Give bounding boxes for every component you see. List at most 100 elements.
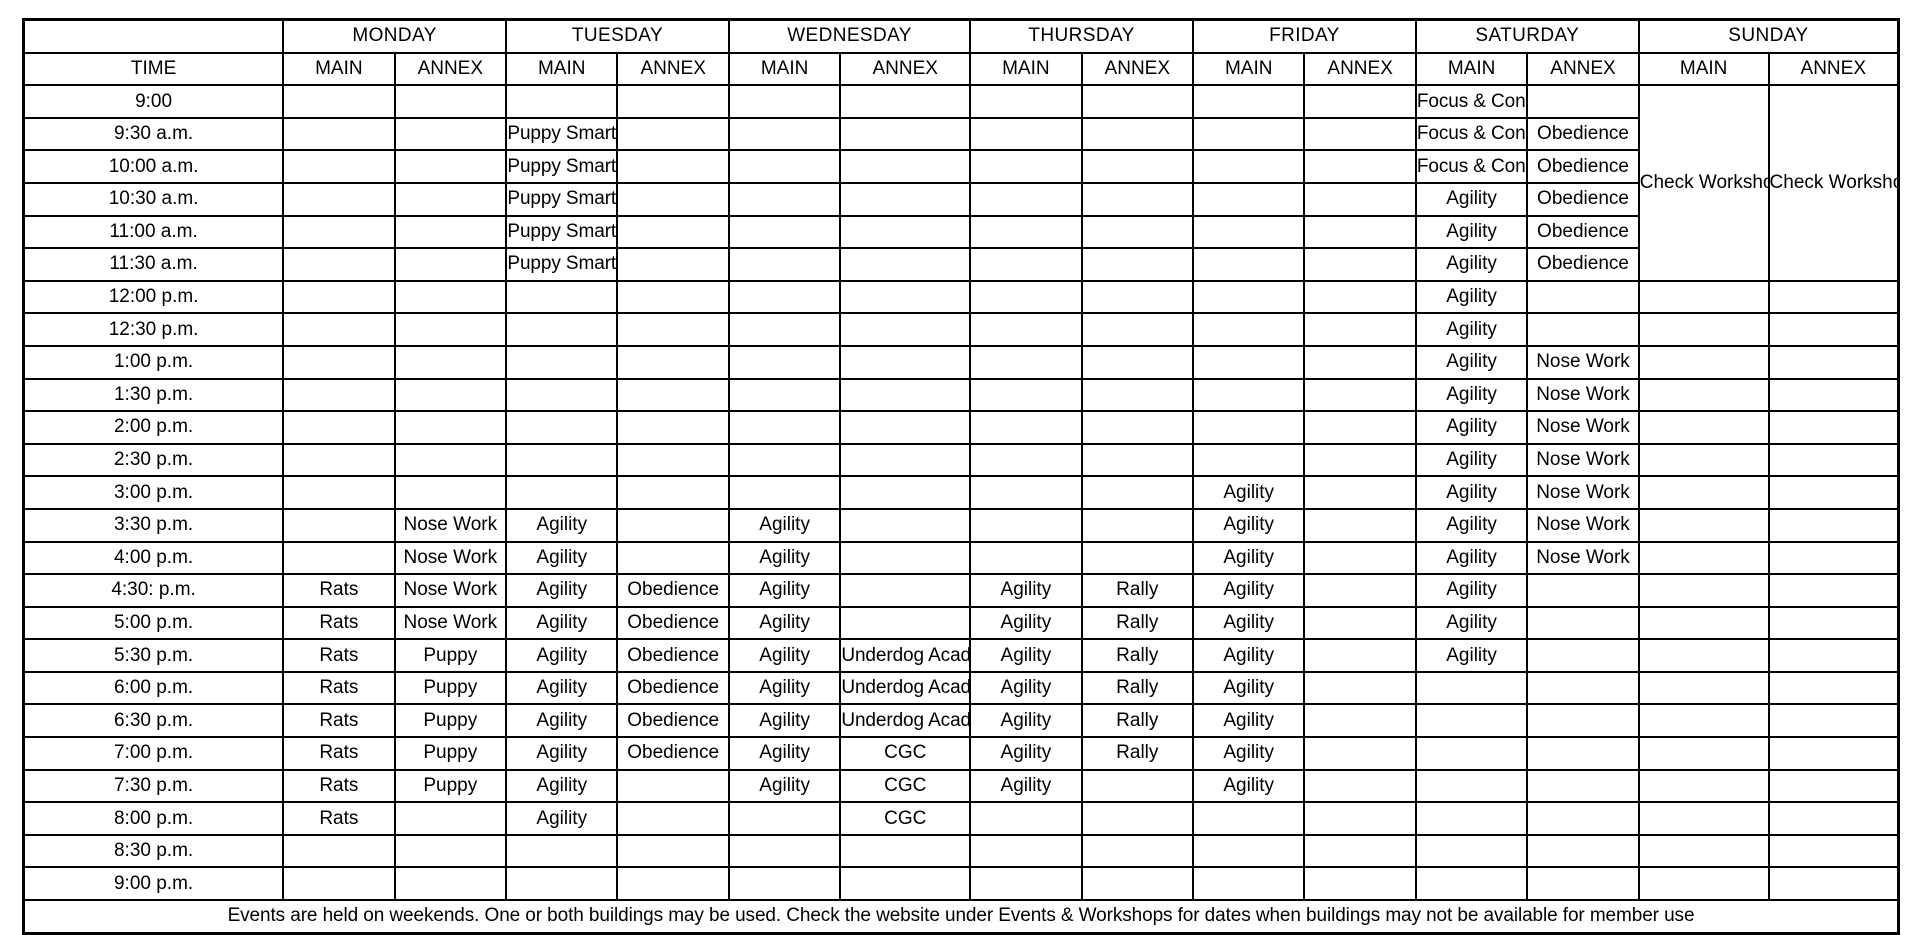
- schedule-row: 1:30 p.m. Agility Nose Work: [22, 377, 1900, 413]
- empty-cell-monday-annex: [393, 866, 508, 902]
- empty-cell-saturday-annex: [1526, 638, 1640, 673]
- class-cell-tuesday-main: Agility: [505, 768, 619, 804]
- class-cell-thursday-main: Agility: [969, 638, 1083, 673]
- empty-cell-friday-annex: [1303, 116, 1417, 152]
- time-label: 3:00 p.m.: [22, 475, 285, 510]
- empty-cell-monday-main: [282, 312, 396, 347]
- empty-cell-thursday-annex: [1080, 181, 1195, 217]
- class-cell-tuesday-annex: Obedience: [616, 638, 730, 673]
- empty-cell-monday-annex: [393, 442, 508, 478]
- empty-cell-friday-main: [1191, 247, 1306, 282]
- class-cell-tuesday-main: Puppy Smart: [505, 181, 619, 217]
- empty-cell-friday-main: [1191, 410, 1306, 445]
- building-header-row: TIME MAIN ANNEX MAIN ANNEX MAIN ANNEX MAIN ANNEX…: [22, 51, 1900, 87]
- empty-cell-wednesday-main: [727, 116, 842, 152]
- class-cell-monday-annex: Puppy: [393, 638, 508, 673]
- time-label: 9:30 a.m.: [22, 116, 285, 152]
- empty-cell-saturday-main: [1414, 866, 1529, 902]
- empty-cell-friday-annex: [1303, 638, 1417, 673]
- empty-cell-thursday-annex: [1080, 377, 1195, 413]
- class-cell-thursday-annex: Rally: [1080, 605, 1195, 641]
- class-cell-tuesday-main: Puppy Smart: [505, 149, 619, 184]
- class-cell-monday-main: Rats: [282, 703, 396, 739]
- class-cell-saturday-annex: Nose Work: [1526, 475, 1640, 510]
- empty-cell-sunday-main: [1637, 344, 1770, 380]
- empty-cell-friday-annex: [1303, 801, 1417, 836]
- empty-cell-friday-main: [1191, 344, 1306, 380]
- class-cell-saturday-main: Agility: [1414, 344, 1529, 380]
- empty-cell-wednesday-annex: [839, 344, 972, 380]
- empty-cell-thursday-annex: [1080, 149, 1195, 184]
- empty-cell-thursday-main: [969, 84, 1083, 119]
- empty-cell-tuesday-annex: [616, 833, 730, 869]
- building-header-saturday-annex: ANNEX: [1526, 51, 1640, 87]
- empty-cell-friday-annex: [1303, 410, 1417, 445]
- empty-cell-monday-main: [282, 116, 396, 152]
- empty-cell-tuesday-main: [505, 833, 619, 869]
- day-header-sunday: SUNDAY: [1637, 18, 1900, 54]
- empty-cell-thursday-annex: [1080, 84, 1195, 119]
- empty-cell-thursday-annex: [1080, 344, 1195, 380]
- empty-cell-tuesday-annex: [616, 149, 730, 184]
- empty-cell-thursday-main: [969, 475, 1083, 510]
- sunday-annex-note: Check Workshops & Events for Scheduled U…: [1767, 84, 1900, 282]
- empty-cell-tuesday-annex: [616, 312, 730, 347]
- empty-cell-wednesday-annex: [839, 833, 972, 869]
- building-header-friday-annex: ANNEX: [1303, 51, 1417, 87]
- empty-cell-thursday-main: [969, 410, 1083, 445]
- empty-cell-sunday-main: [1637, 312, 1770, 347]
- empty-cell-thursday-main: [969, 279, 1083, 315]
- schedule-row: 7:30 p.m. Rats Puppy Agility Agility CGC Agili…: [22, 768, 1900, 804]
- empty-cell-monday-main: [282, 279, 396, 315]
- empty-cell-wednesday-main: [727, 866, 842, 902]
- empty-cell-sunday-main: [1637, 475, 1770, 510]
- empty-cell-tuesday-annex: [616, 247, 730, 282]
- class-cell-wednesday-annex: Underdog Academy: [839, 638, 972, 673]
- empty-cell-sunday-main: [1637, 638, 1770, 673]
- class-cell-monday-annex: Nose Work: [393, 605, 508, 641]
- class-cell-thursday-main: Agility: [969, 573, 1083, 608]
- empty-cell-saturday-annex: [1526, 833, 1640, 869]
- schedule-row: 2:30 p.m. Agility Nose Work: [22, 442, 1900, 478]
- empty-cell-wednesday-annex: [839, 507, 972, 543]
- empty-cell-thursday-main: [969, 866, 1083, 902]
- empty-cell-thursday-annex: [1080, 475, 1195, 510]
- class-cell-tuesday-main: Agility: [505, 573, 619, 608]
- empty-cell-sunday-annex: [1767, 507, 1900, 543]
- empty-cell-monday-annex: [393, 84, 508, 119]
- empty-cell-tuesday-annex: [616, 768, 730, 804]
- class-cell-monday-annex: Puppy: [393, 670, 508, 706]
- empty-cell-monday-annex: [393, 279, 508, 315]
- class-cell-saturday-main: Agility: [1414, 540, 1529, 576]
- class-cell-thursday-annex: Rally: [1080, 670, 1195, 706]
- class-cell-thursday-annex: Rally: [1080, 638, 1195, 673]
- class-cell-tuesday-main: Agility: [505, 801, 619, 836]
- time-label: 9:00 p.m.: [22, 866, 285, 902]
- empty-cell-friday-annex: [1303, 475, 1417, 510]
- weekly-schedule-table: MONDAY TUESDAY WEDNESDAY THURSDAY FRIDAY SATU…: [22, 18, 1900, 935]
- day-header-row: MONDAY TUESDAY WEDNESDAY THURSDAY FRIDAY SATU…: [22, 18, 1900, 54]
- empty-cell-saturday-annex: [1526, 573, 1640, 608]
- empty-cell-tuesday-annex: [616, 442, 730, 478]
- day-header-monday: MONDAY: [282, 18, 508, 54]
- empty-cell-sunday-main: [1637, 279, 1770, 315]
- class-cell-thursday-annex: Rally: [1080, 703, 1195, 739]
- building-header-thursday-annex: ANNEX: [1080, 51, 1195, 87]
- empty-cell-tuesday-main: [505, 279, 619, 315]
- empty-cell-monday-main: [282, 410, 396, 445]
- class-cell-monday-main: Rats: [282, 768, 396, 804]
- empty-cell-monday-main: [282, 540, 396, 576]
- empty-cell-sunday-main: [1637, 507, 1770, 543]
- empty-cell-wednesday-main: [727, 279, 842, 315]
- empty-cell-friday-main: [1191, 866, 1306, 902]
- empty-cell-friday-main: [1191, 84, 1306, 119]
- empty-cell-sunday-main: [1637, 540, 1770, 576]
- table-header: MONDAY TUESDAY WEDNESDAY THURSDAY FRIDAY SATU…: [22, 18, 1900, 87]
- empty-cell-thursday-main: [969, 247, 1083, 282]
- empty-cell-saturday-annex: [1526, 801, 1640, 836]
- class-cell-thursday-main: Agility: [969, 768, 1083, 804]
- time-label: 7:30 p.m.: [22, 768, 285, 804]
- class-cell-thursday-main: Agility: [969, 736, 1083, 771]
- empty-cell-tuesday-annex: [616, 181, 730, 217]
- empty-cell-thursday-annex: [1080, 768, 1195, 804]
